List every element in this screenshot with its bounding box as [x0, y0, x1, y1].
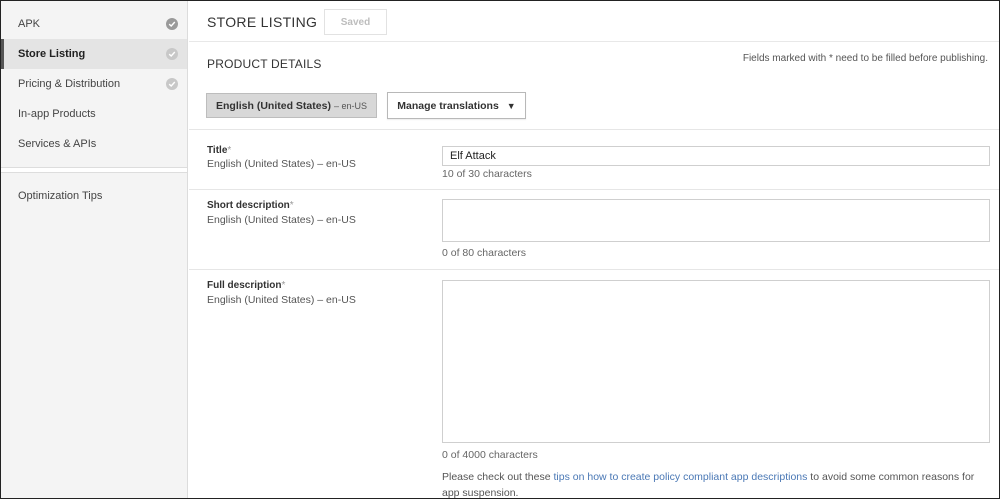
required-mark: * [227, 145, 232, 156]
sidebar-item-label: Pricing & Distribution [18, 78, 121, 90]
saved-button[interactable]: Saved [324, 9, 387, 35]
manage-translations-label: Manage translations [397, 99, 499, 112]
row-divider [189, 129, 999, 130]
short-description-label: Short description* [207, 200, 294, 211]
page-title: STORE LISTING [207, 14, 318, 30]
title-language: English (United States) – en-US [207, 158, 356, 170]
check-circle-icon [166, 18, 178, 30]
sidebar-item-optimization-tips[interactable]: Optimization Tips [1, 181, 187, 211]
policy-note: Please check out these tips on how to cr… [442, 471, 975, 499]
policy-tips-link[interactable]: tips on how to create policy compliant a… [554, 471, 808, 483]
required-mark: * [289, 200, 294, 211]
sidebar-item-label: In-app Products [18, 108, 96, 120]
sidebar-item-label: Store Listing [18, 48, 86, 60]
sidebar: APK Store Listing Pricing & Distribution… [1, 1, 188, 498]
language-code: – en-US [333, 100, 367, 111]
sidebar-item-pricing-distribution[interactable]: Pricing & Distribution [1, 69, 187, 99]
app-window: APK Store Listing Pricing & Distribution… [0, 0, 1000, 499]
sidebar-item-in-app-products[interactable]: In-app Products [1, 99, 187, 129]
manage-translations-button[interactable]: Manage translations ▼ [387, 92, 526, 119]
required-mark: * [281, 280, 286, 291]
full-description-label: Full description* [207, 280, 286, 291]
sidebar-item-label: Optimization Tips [18, 190, 103, 202]
caret-down-icon: ▼ [506, 100, 516, 111]
row-divider [189, 269, 999, 270]
short-description-language: English (United States) – en-US [207, 214, 356, 226]
check-circle-icon [166, 78, 178, 90]
title-input[interactable] [442, 146, 990, 166]
full-description-language: English (United States) – en-US [207, 294, 356, 306]
row-divider [189, 189, 999, 190]
language-name: English (United States) [216, 99, 331, 112]
title-counter: 10 of 30 characters [442, 168, 532, 180]
sidebar-item-services-apis[interactable]: Services & APIs [1, 129, 187, 159]
sidebar-divider [1, 167, 187, 173]
full-description-input[interactable] [442, 280, 990, 443]
main-content: STORE LISTING Saved PRODUCT DETAILS Fiel… [189, 1, 999, 499]
language-button[interactable]: English (United States) – en-US [206, 93, 377, 118]
check-circle-icon [166, 48, 178, 60]
section-title: PRODUCT DETAILS [207, 57, 322, 71]
title-label: Title* [207, 145, 232, 156]
short-description-input[interactable] [442, 199, 990, 242]
publish-note: Fields marked with * need to be filled b… [742, 53, 988, 64]
sidebar-item-store-listing[interactable]: Store Listing [1, 39, 187, 69]
full-description-counter: 0 of 4000 characters [442, 449, 538, 461]
sidebar-item-label: Services & APIs [18, 138, 97, 150]
short-description-counter: 0 of 80 characters [442, 247, 527, 259]
sidebar-item-apk[interactable]: APK [1, 9, 187, 39]
header-divider [189, 41, 999, 42]
sidebar-item-label: APK [18, 18, 41, 30]
